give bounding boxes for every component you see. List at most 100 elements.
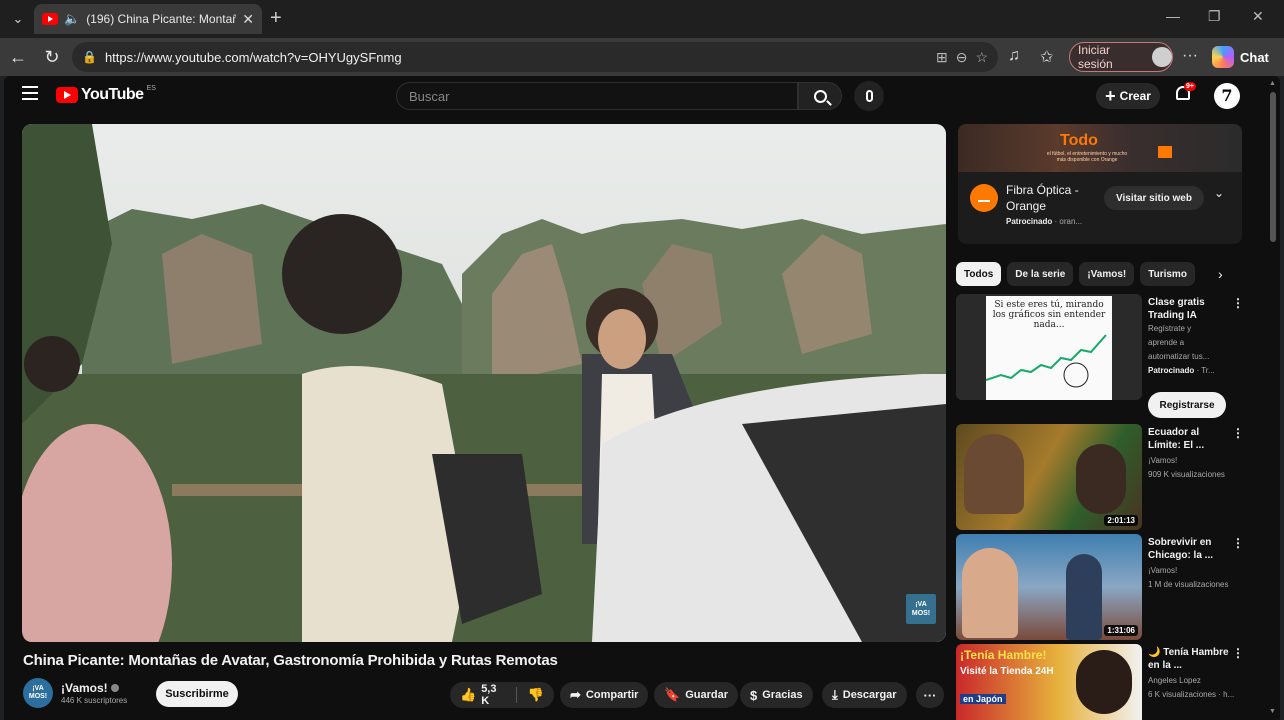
thumb-caption: en Japón [960, 694, 1006, 704]
youtube-logo[interactable]: YouTube ES [56, 84, 156, 104]
rec-thumbnail[interactable]: ¡Tenía Hambre! Visité la Tienda 24H en J… [956, 644, 1142, 720]
search-button[interactable] [798, 82, 842, 110]
sign-in-label: Iniciar sesión [1078, 43, 1113, 71]
chip-from-series[interactable]: De la serie [1007, 262, 1074, 286]
search-box[interactable] [396, 82, 798, 110]
media-control-icon[interactable]: ♫ [1008, 47, 1020, 65]
rec-title[interactable]: 🌙 Tenía Hambre en la ... [1148, 646, 1230, 672]
video-player[interactable]: ¡VA MOS! [22, 124, 946, 642]
account-avatar[interactable]: 7 [1214, 83, 1240, 109]
rec-desc-line: Regístrate y [1148, 324, 1192, 333]
menu-icon[interactable] [22, 86, 38, 100]
duration-badge: 1:31:06 [1104, 625, 1138, 636]
zoom-icon[interactable]: ⊖ [956, 49, 968, 66]
video-frame [22, 124, 946, 642]
candlestick-graphic [985, 334, 1107, 388]
youtube-header: YouTube ES + Crear 9+ 7 [4, 76, 1280, 116]
minimize-icon[interactable]: — [1166, 8, 1180, 24]
like-count[interactable]: 5,3 K [481, 683, 505, 707]
channel-name-row[interactable]: ¡Vamos! [61, 681, 127, 695]
region-code: ES [146, 84, 156, 92]
page-scrollbar[interactable]: ▲ ▼ [1268, 80, 1278, 715]
copilot-icon [1212, 46, 1234, 68]
recommendation-item[interactable]: Si este eres tú, mirando los gráficos si… [956, 294, 1246, 418]
channel-name[interactable]: ¡Vamos! [61, 681, 108, 695]
thumb-caption: ¡Tenía Hambre! [960, 648, 1047, 662]
register-button[interactable]: Registrarse [1148, 392, 1226, 418]
orange-logo-icon [1158, 146, 1172, 158]
microphone-icon [865, 90, 873, 102]
chip-all[interactable]: Todos [956, 262, 1002, 286]
chips-next-arrow-icon[interactable]: › [1218, 266, 1223, 282]
more-options-icon[interactable]: ··· [1182, 47, 1198, 65]
rec-more-icon[interactable]: ⋮ [1232, 296, 1244, 310]
recommendation-item[interactable]: 2:01:13 Ecuador al Límite: El ... ¡Vamos… [956, 424, 1246, 534]
scroll-up-arrow-icon[interactable]: ▲ [1269, 80, 1276, 87]
close-window-icon[interactable]: ✕ [1252, 8, 1264, 25]
profile-avatar-icon [1152, 47, 1172, 67]
rec-channel[interactable]: ¡Vamos! [1148, 566, 1240, 575]
sign-in-button[interactable]: Iniciar sesión [1069, 42, 1173, 72]
save-button[interactable]: 🔖 Guardar [654, 682, 738, 708]
ad-banner-image[interactable]: Todo el fútbol, el entretenimiento y muc… [958, 124, 1242, 172]
visit-site-button[interactable]: Visitar sitio web [1104, 186, 1204, 210]
rec-sponsor-domain: · Tr... [1196, 366, 1215, 375]
download-button[interactable]: ⤓ Descargar [822, 682, 907, 708]
back-icon[interactable]: ← [6, 45, 30, 69]
channel-watermark[interactable]: ¡VA MOS! [906, 594, 936, 624]
favorite-star-icon[interactable]: ☆ [975, 49, 988, 66]
recommendation-item[interactable]: ¡Tenía Hambre! Visité la Tienda 24H en J… [956, 644, 1246, 720]
trading-ad-image: Si este eres tú, mirando los gráficos si… [985, 296, 1112, 400]
rec-more-icon[interactable]: ⋮ [1232, 646, 1244, 660]
youtube-favicon-icon [42, 13, 58, 25]
sponsored-ad-card[interactable]: Todo el fútbol, el entretenimiento y muc… [958, 124, 1242, 244]
ad-title[interactable]: Fibra Óptica - Orange [1006, 182, 1096, 214]
channel-meta: ¡Vamos! 446 K suscriptores [61, 681, 127, 705]
app-available-icon[interactable]: ⊞ [936, 49, 948, 66]
rec-thumbnail[interactable]: 2:01:13 [956, 424, 1142, 530]
rec-more-icon[interactable]: ⋮ [1232, 426, 1244, 440]
thanks-button[interactable]: $ Gracias [740, 682, 813, 708]
dislike-icon[interactable]: 👎 [528, 687, 544, 703]
rec-thumbnail[interactable]: 1:31:06 [956, 534, 1142, 640]
more-actions-button[interactable]: ··· [916, 682, 944, 708]
subscribe-button[interactable]: Suscribirme [156, 681, 238, 707]
search-input[interactable] [409, 88, 797, 104]
site-info-icon[interactable]: 🔒 [82, 50, 97, 64]
browser-tab[interactable]: 🔈 (196) China Picante: Montañas ✕ [34, 4, 262, 34]
copilot-button[interactable]: Chat [1212, 46, 1269, 68]
tab-list-chevron-icon[interactable]: ⌄ [6, 8, 30, 30]
voice-search-button[interactable] [854, 81, 884, 111]
address-bar[interactable]: 🔒 https://www.youtube.com/watch?v=OHYUgy… [72, 42, 998, 72]
audio-playing-icon[interactable]: 🔈 [64, 11, 80, 27]
chip-tourism[interactable]: Turismo [1140, 262, 1195, 286]
ad-expand-chevron-icon[interactable]: ⌄ [1214, 186, 1224, 200]
rec-title[interactable]: Clase gratis Trading IA [1148, 296, 1230, 322]
favorites-icon[interactable]: ✩ [1040, 47, 1053, 67]
create-button[interactable]: + Crear [1096, 83, 1160, 109]
scroll-down-arrow-icon[interactable]: ▼ [1269, 708, 1276, 715]
share-button[interactable]: ➦ Compartir [560, 682, 649, 708]
url-text[interactable]: https://www.youtube.com/watch?v=OHYUgySF… [105, 50, 928, 65]
scrollbar-thumb[interactable] [1270, 92, 1276, 242]
notification-badge: 9+ [1184, 82, 1196, 91]
recommendation-item[interactable]: 1:31:06 Sobrevivir en Chicago: la ... ¡V… [956, 534, 1246, 644]
like-icon[interactable]: 👍 [460, 687, 476, 703]
channel-owner: ¡VA MOS! ¡Vamos! 446 K suscriptores [23, 678, 127, 708]
chip-vamos[interactable]: ¡Vamos! [1079, 262, 1135, 286]
channel-avatar[interactable]: ¡VA MOS! [23, 678, 53, 708]
rec-more-icon[interactable]: ⋮ [1232, 536, 1244, 550]
reload-icon[interactable]: ↻ [40, 45, 64, 69]
rec-channel[interactable]: Angeles Lopez [1148, 676, 1240, 685]
rec-title[interactable]: Sobrevivir en Chicago: la ... [1148, 536, 1230, 562]
close-tab-icon[interactable]: ✕ [242, 11, 254, 28]
rec-title[interactable]: Ecuador al Límite: El ... [1148, 426, 1230, 452]
rec-channel[interactable]: ¡Vamos! [1148, 456, 1240, 465]
notifications-button[interactable]: 9+ [1174, 82, 1196, 106]
rec-thumbnail[interactable]: Si este eres tú, mirando los gráficos si… [956, 294, 1142, 400]
thumb-person-shape [962, 548, 1018, 638]
new-tab-icon[interactable]: + [270, 7, 282, 30]
advertiser-logo-icon[interactable] [970, 184, 998, 212]
restore-icon[interactable]: ❐ [1208, 8, 1221, 25]
ad-banner-subtext: el fútbol, el entretenimiento y mucho má… [1046, 151, 1128, 163]
